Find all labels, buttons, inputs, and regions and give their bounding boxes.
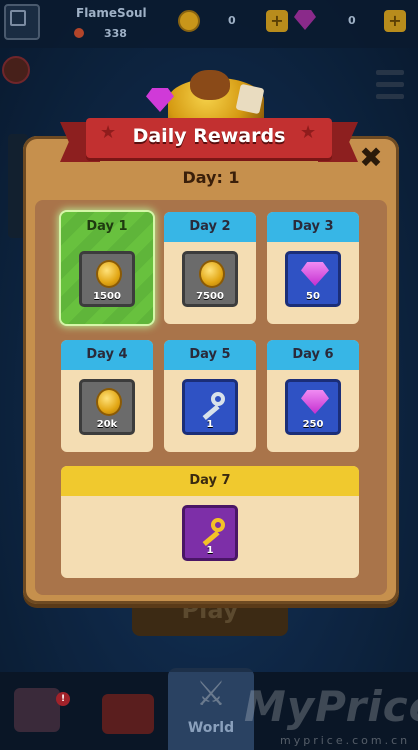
- reward-tile: 7500: [182, 251, 238, 307]
- reward-amount: 250: [302, 419, 324, 430]
- coin-icon: [96, 260, 122, 288]
- reward-amount: 1: [206, 545, 214, 556]
- reward-card-day-6[interactable]: Day 6 250: [267, 340, 359, 452]
- reward-tile: 1: [182, 505, 238, 561]
- current-day-label: Day: 1: [182, 168, 240, 187]
- reward-day-label: Day 4: [61, 340, 153, 370]
- reward-day-label: Day 2: [164, 212, 256, 242]
- crossed-swords-icon: ⚔: [195, 674, 227, 714]
- coin-count: 0: [228, 14, 236, 27]
- gold-key-icon: [197, 516, 227, 546]
- reward-day-label: Day 6: [267, 340, 359, 370]
- reward-day-label: Day 5: [164, 340, 256, 370]
- level-icon: [74, 28, 84, 38]
- reward-tile: 1: [182, 379, 238, 435]
- coin-icon: [178, 10, 200, 32]
- reward-amount: 7500: [196, 291, 224, 302]
- reward-card-day-4[interactable]: Day 4 20k: [61, 340, 153, 452]
- reward-card-day-1[interactable]: Day 1 1500: [61, 212, 153, 324]
- player-level: 338: [104, 27, 127, 40]
- modal-title: Daily Rewards: [132, 125, 286, 147]
- reward-tile: 250: [285, 379, 341, 435]
- reward-tile: 1500: [79, 251, 135, 307]
- reward-amount: 1: [206, 419, 214, 430]
- notification-badge: !: [56, 692, 70, 706]
- world-nav-label: World: [187, 720, 235, 736]
- coin-icon: [96, 388, 122, 416]
- shop-nav-button[interactable]: [14, 688, 60, 732]
- reward-day-label: Day 1: [86, 219, 128, 234]
- reward-card-day-5[interactable]: Day 5 1: [164, 340, 256, 452]
- add-coins-button[interactable]: +: [266, 10, 288, 32]
- watermark-url: myprice.com.cn: [280, 734, 411, 747]
- gem-count: 0: [348, 14, 356, 27]
- reward-day-label: Day 3: [267, 212, 359, 242]
- reward-tile: 20k: [79, 379, 135, 435]
- reward-card-day-7[interactable]: Day 7 1: [61, 466, 359, 578]
- gem-icon: [301, 262, 329, 286]
- coin-icon: [199, 260, 225, 288]
- add-gems-button[interactable]: +: [384, 10, 406, 32]
- reward-amount: 1500: [93, 291, 121, 302]
- gem-icon: [301, 390, 329, 414]
- reward-tile: 50: [285, 251, 341, 307]
- reward-amount: 20k: [96, 419, 118, 430]
- avatar-frame-icon: [10, 10, 26, 26]
- close-icon[interactable]: ✖: [355, 142, 387, 174]
- watermark-logo: MyPrice: [244, 682, 418, 731]
- reward-card-day-3[interactable]: Day 3 50: [267, 212, 359, 324]
- player-name: FlameSoul: [76, 6, 147, 20]
- reward-day-label: Day 7: [61, 466, 359, 496]
- reward-card-day-2[interactable]: Day 2 7500: [164, 212, 256, 324]
- silver-key-icon: [197, 390, 227, 420]
- treasure-bag-icon: [190, 70, 230, 100]
- reward-amount: 50: [306, 291, 320, 302]
- chest-nav-button[interactable]: [102, 694, 154, 734]
